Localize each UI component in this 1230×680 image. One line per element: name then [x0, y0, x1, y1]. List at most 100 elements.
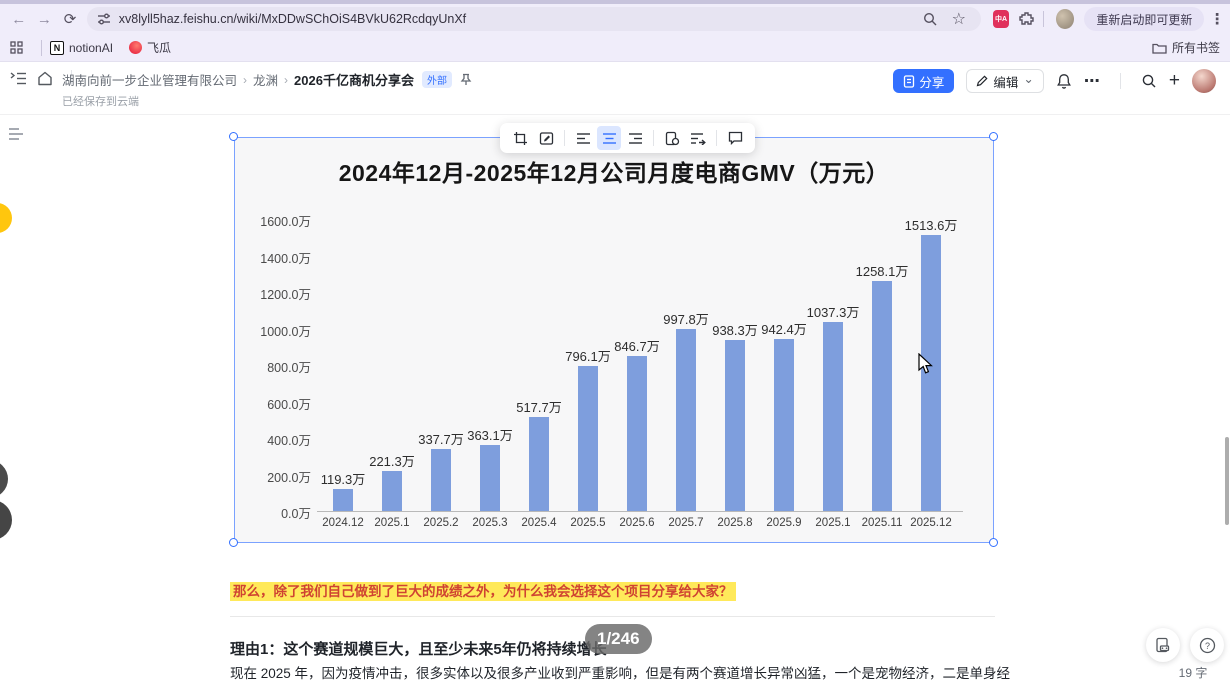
- bar-value-label: 119.3万: [320, 472, 366, 488]
- crop-icon[interactable]: [508, 126, 532, 150]
- word-count: 19 字: [1178, 666, 1208, 680]
- breadcrumb-item-page[interactable]: 2026千亿商机分享会: [294, 70, 414, 89]
- selection-handle-top-right[interactable]: [989, 132, 998, 141]
- more-actions-icon[interactable]: ⋯: [1084, 71, 1100, 91]
- outline-toggle-icon[interactable]: [8, 127, 24, 141]
- x-tick-label: 2025.6: [619, 517, 655, 529]
- address-bar[interactable]: xv8lyll5haz.feishu.cn/wiki/MxDDwSChOiS4B…: [86, 7, 981, 31]
- floating-bubble-dark-2[interactable]: [0, 500, 12, 540]
- bar: [872, 281, 892, 511]
- bookmark-star-icon[interactable]: ☆: [947, 9, 971, 29]
- save-status: 已经保存到云端: [62, 96, 139, 108]
- y-tick-label: 800.0万: [267, 361, 311, 375]
- page-indicator-badge: 1/246: [585, 624, 652, 654]
- all-bookmarks-button[interactable]: 所有书签: [1152, 39, 1220, 56]
- caption-edit-icon[interactable]: [534, 126, 558, 150]
- bar-value-label: 1258.1万: [855, 264, 909, 280]
- selection-handle-top-left[interactable]: [229, 132, 238, 141]
- toolbar-divider: [564, 130, 565, 146]
- x-tick-label: 2025.1: [374, 517, 410, 529]
- bar-value-label: 517.7万: [516, 399, 562, 415]
- bar-value-label: 846.7万: [614, 339, 660, 355]
- translate-extension-icon[interactable]: 中A: [992, 10, 1010, 28]
- chart-plot: 0.0万 200.0万 400.0万 600.0万 800.0万 1000.0万 1200.…: [235, 138, 993, 542]
- scrollbar-thumb[interactable]: [1225, 437, 1229, 525]
- x-tick-label: 2025.9: [766, 517, 802, 529]
- create-new-icon[interactable]: +: [1169, 70, 1180, 92]
- image-toolbar: [500, 123, 755, 153]
- y-tick-label: 1600.0万: [260, 215, 311, 229]
- y-tick-label: 0.0万: [281, 507, 311, 521]
- x-tick-label: 2025.11: [861, 517, 903, 529]
- browser-toolbar: ← → ⟳ xv8lyll5haz.feishu.cn/wiki/MxDDwSC…: [0, 4, 1230, 34]
- highlight-text: 那么，除了我们自己做到了巨大的成绩之外，为什么我会选择这个项目分享给大家？: [230, 582, 736, 601]
- notion-icon: N: [50, 40, 64, 55]
- browser-update-button[interactable]: 重新启动即可更新: [1084, 7, 1205, 31]
- help-icon: ?: [1199, 637, 1215, 653]
- x-tick-label: 2025.7: [668, 517, 704, 529]
- bookmark-feigua[interactable]: 飞瓜: [129, 39, 171, 56]
- forward-icon[interactable]: →: [32, 11, 58, 28]
- reload-icon[interactable]: ⟳: [57, 10, 83, 28]
- x-tick-label: 2025.4: [521, 517, 557, 529]
- x-tick-label: 2025.12: [910, 517, 952, 529]
- url-text[interactable]: xv8lyll5haz.feishu.cn/wiki/MxDDwSChOiS4B…: [119, 12, 923, 26]
- chart-image-block[interactable]: 2024年12月-2025年12月公司月度电商GMV（万元） 0.0万 200.0…: [234, 137, 994, 543]
- bookmark-notionai[interactable]: N notionAI: [50, 40, 114, 55]
- bookmarks-divider: [41, 39, 42, 56]
- copy-link-icon[interactable]: [660, 126, 684, 150]
- floating-bubble-yellow[interactable]: [0, 203, 12, 233]
- bar: [431, 449, 451, 511]
- edit-button[interactable]: 编辑 ⌄: [966, 69, 1044, 93]
- bar: [382, 470, 402, 511]
- selection-handle-bottom-right[interactable]: [989, 538, 998, 547]
- x-tick-label: 2025.8: [717, 517, 753, 529]
- home-icon[interactable]: [37, 71, 53, 86]
- help-button[interactable]: ?: [1190, 628, 1224, 662]
- convert-to-icon[interactable]: [686, 126, 710, 150]
- notifications-bell-icon[interactable]: [1056, 73, 1072, 90]
- pin-icon[interactable]: [460, 73, 472, 86]
- bar: [480, 444, 500, 511]
- align-center-icon[interactable]: [597, 126, 621, 150]
- breadcrumb-item-company[interactable]: 湖南向前一步企业管理有限公司: [62, 70, 237, 89]
- bar: [823, 321, 843, 511]
- search-icon[interactable]: [1141, 73, 1157, 89]
- highlighted-question: 那么，除了我们自己做到了巨大的成绩之外，为什么我会选择这个项目分享给大家？: [230, 580, 736, 601]
- site-settings-icon[interactable]: [97, 12, 111, 26]
- doc-widget-button[interactable]: [1146, 628, 1180, 662]
- back-icon[interactable]: ←: [6, 11, 32, 28]
- x-tick-label: 2025.5: [570, 517, 606, 529]
- floating-bubble-dark-1[interactable]: [0, 460, 8, 498]
- svg-text:?: ?: [1204, 641, 1209, 651]
- chart-x-axis-line: [317, 511, 963, 512]
- y-tick-label: 400.0万: [267, 434, 311, 448]
- app-header: 湖南向前一步企业管理有限公司 › 龙渊 › 2026千亿商机分享会 外部 已经保…: [0, 62, 1230, 115]
- zoom-icon[interactable]: [923, 12, 947, 27]
- sidebar-toggle-icon[interactable]: [10, 71, 27, 86]
- toolbar-divider: [716, 130, 717, 146]
- align-right-icon[interactable]: [623, 126, 647, 150]
- bar: [627, 356, 647, 511]
- x-tick-label: 2025.3: [472, 517, 508, 529]
- bar-value-label: 363.1万: [467, 427, 513, 443]
- comment-icon[interactable]: [723, 126, 747, 150]
- breadcrumb-item-space[interactable]: 龙渊: [253, 70, 278, 89]
- bar: [333, 489, 353, 511]
- bookmark-label: 飞瓜: [147, 41, 172, 55]
- apps-grid-icon[interactable]: [10, 41, 23, 54]
- bookmark-label: notionAI: [69, 40, 114, 55]
- browser-menu-kebab-icon[interactable]: ⋮: [1204, 10, 1230, 28]
- chevron-down-icon: ⌄: [1023, 72, 1034, 86]
- share-button[interactable]: 分享: [893, 69, 955, 93]
- x-tick-label: 2025.1: [815, 517, 851, 529]
- x-tick-label: 2025.2: [423, 517, 459, 529]
- align-left-icon[interactable]: [571, 126, 595, 150]
- user-avatar[interactable]: [1192, 69, 1216, 93]
- bar: [529, 416, 549, 511]
- horizontal-rule: [230, 616, 995, 617]
- extensions-icon[interactable]: [1019, 11, 1035, 27]
- selection-handle-bottom-left[interactable]: [229, 538, 238, 547]
- browser-profile-avatar[interactable]: [1056, 9, 1075, 29]
- toolbar-divider: [1043, 11, 1045, 27]
